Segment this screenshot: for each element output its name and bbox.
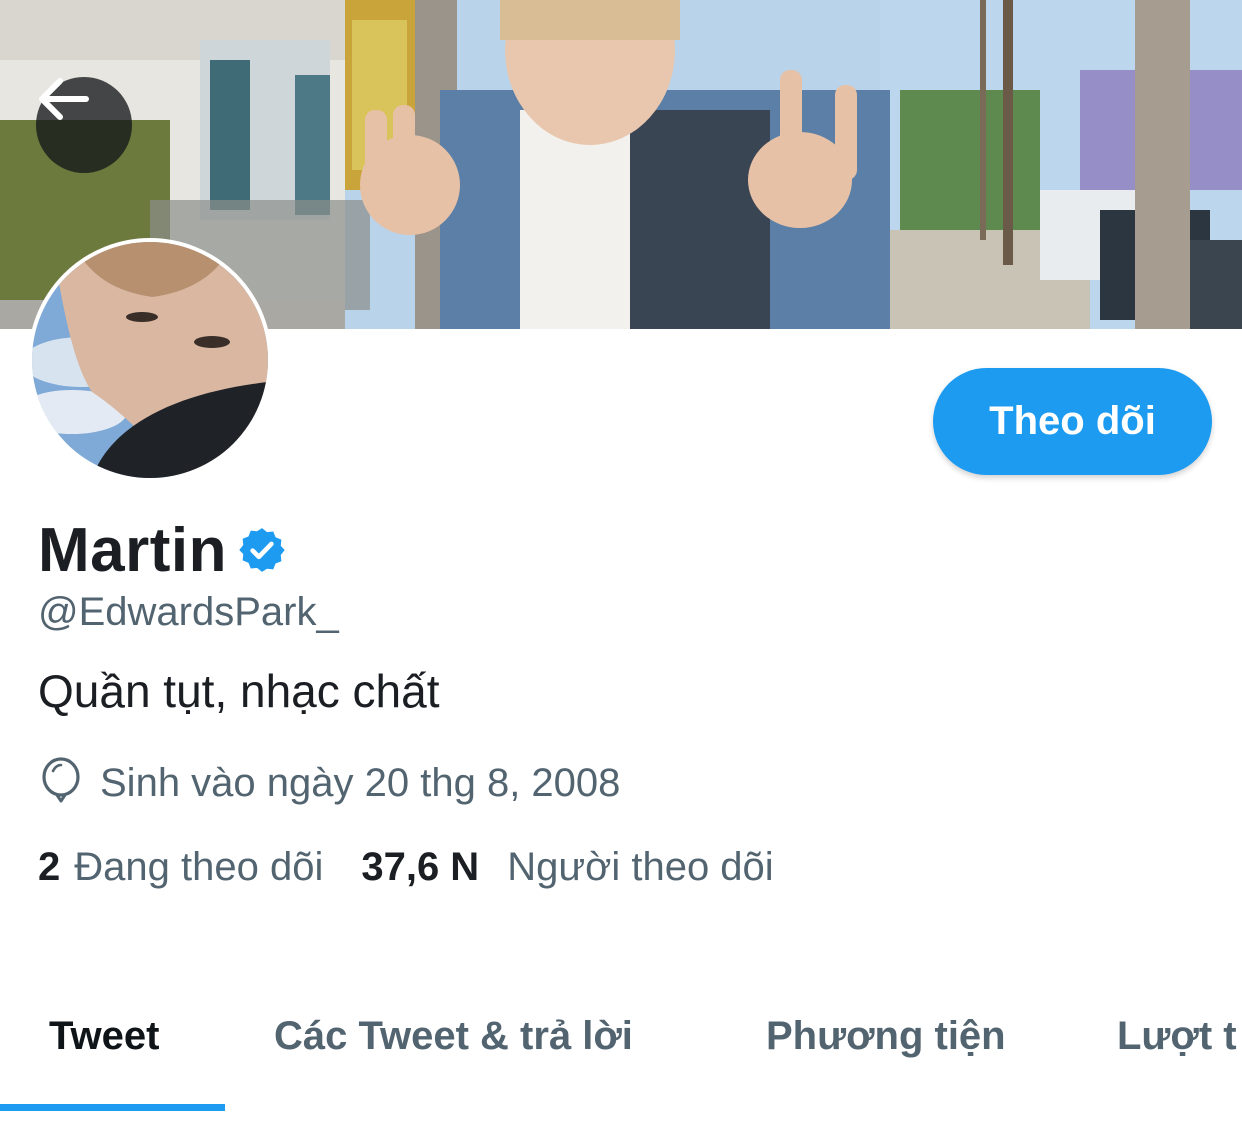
follow-stats: 2 Đang theo dõi 37,6 N Người theo dõi (38, 845, 774, 890)
active-tab-indicator (0, 1104, 225, 1111)
name-row: Martin (38, 515, 287, 586)
verified-badge-icon (237, 525, 287, 580)
tab-tweets-replies[interactable]: Các Tweet & trả lời (274, 1014, 633, 1059)
following-link[interactable]: 2 Đang theo dõi (38, 845, 323, 890)
username-handle: @EdwardsPark_ (38, 590, 339, 634)
avatar-image (32, 242, 268, 478)
tab-media[interactable]: Phương tiện (766, 1014, 1006, 1059)
avatar[interactable] (28, 238, 272, 482)
followers-link[interactable]: 37,6 N Người theo dõi (361, 845, 773, 890)
following-count: 2 (38, 845, 61, 889)
followers-label: Người theo dõi (507, 845, 774, 889)
tab-likes[interactable]: Lượt t (1117, 1014, 1237, 1059)
followers-count: 37,6 N (361, 845, 480, 889)
display-name: Martin (38, 516, 227, 585)
follow-button[interactable]: Theo dõi (933, 368, 1212, 475)
birth-date-row: Sinh vào ngày 20 thg 8, 2008 (38, 757, 620, 810)
profile-bio: Quần tụt, nhạc chất (38, 665, 440, 717)
balloon-icon (38, 757, 84, 810)
following-label: Đang theo dõi (74, 845, 324, 889)
back-button[interactable] (36, 77, 132, 173)
birth-date-text: Sinh vào ngày 20 thg 8, 2008 (100, 761, 621, 805)
profile-tabs: Tweet Các Tweet & trả lời Phương tiện Lư… (0, 1000, 1242, 1122)
tab-tweets[interactable]: Tweet (49, 1014, 159, 1059)
back-arrow-icon (39, 78, 89, 120)
